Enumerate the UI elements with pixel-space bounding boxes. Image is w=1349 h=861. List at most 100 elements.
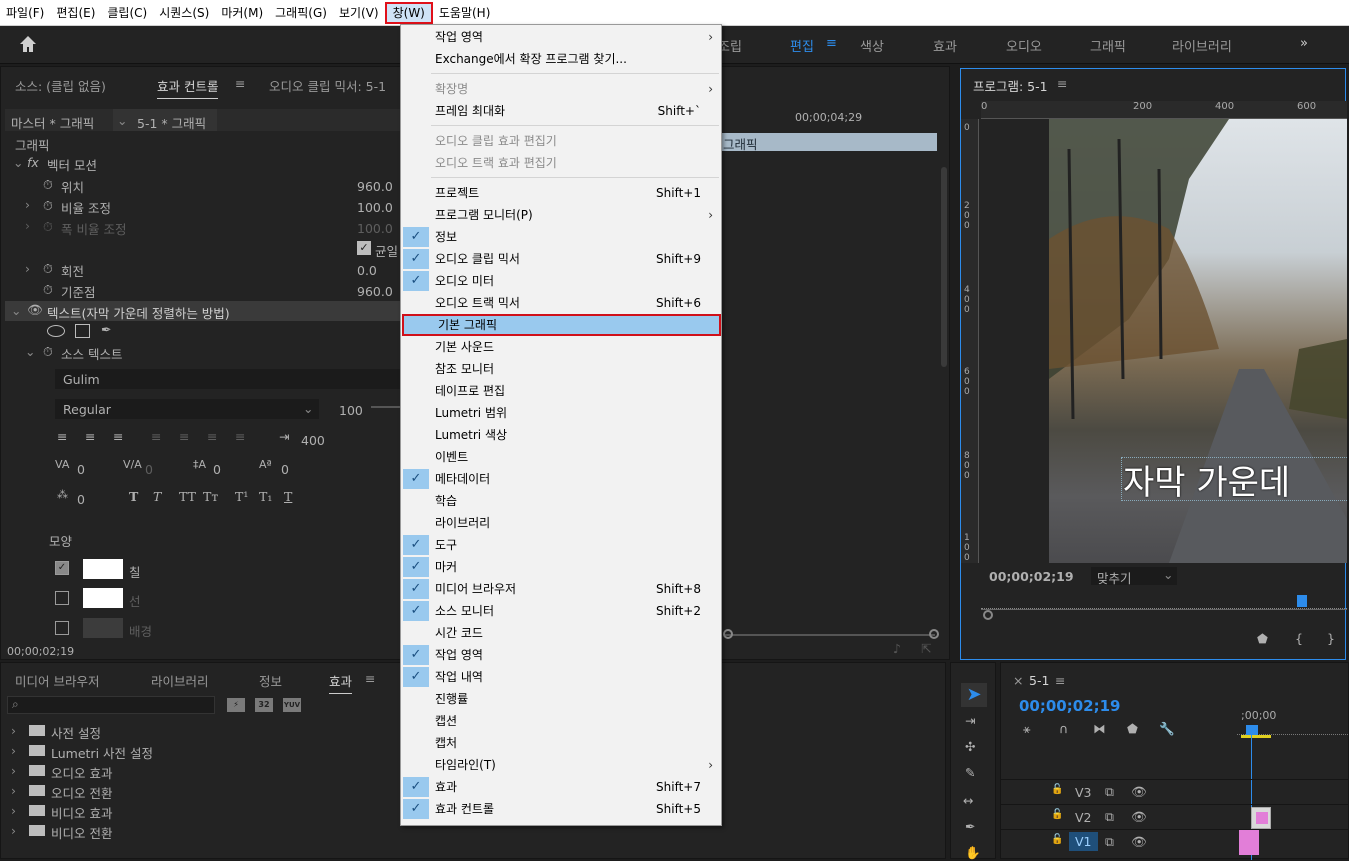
- window-menu-item[interactable]: ✓ 도구: [401, 534, 721, 556]
- lock-icon[interactable]: 🔓: [1051, 834, 1063, 845]
- menu-graphics[interactable]: 그래픽(G): [269, 2, 333, 24]
- add-marker-icon[interactable]: ⬟: [1257, 631, 1268, 646]
- lock-icon[interactable]: 🔓: [1051, 809, 1063, 820]
- menu-view[interactable]: 보기(V): [333, 2, 385, 24]
- justify-all-icon[interactable]: ≡: [235, 429, 245, 444]
- ec-zoom-scrollbar[interactable]: [725, 634, 935, 636]
- rotation-value[interactable]: 0.0: [357, 263, 377, 278]
- sync-lock-icon[interactable]: ⧉: [1105, 834, 1114, 850]
- underline-icon[interactable]: T: [284, 489, 292, 504]
- font-style-select[interactable]: Regular ⌄: [55, 399, 319, 419]
- window-menu-item[interactable]: 시간 코드: [401, 622, 721, 644]
- window-menu-item[interactable]: 진행률: [401, 688, 721, 710]
- workspace-graphics[interactable]: 그래픽: [1090, 36, 1126, 55]
- tab-libraries[interactable]: 라이브러리: [151, 671, 209, 690]
- window-menu-item[interactable]: ✓ 정보: [401, 226, 721, 248]
- superscript-icon[interactable]: T¹: [235, 489, 248, 504]
- razor-tool-icon[interactable]: ✎: [965, 765, 975, 780]
- subscript-icon[interactable]: T₁: [259, 489, 272, 504]
- fill-checkbox[interactable]: ✓: [55, 561, 69, 575]
- expand-chevron-icon[interactable]: ›: [25, 261, 30, 276]
- program-monitor-title[interactable]: 프로그램: 5-1: [973, 76, 1048, 95]
- window-menu-item[interactable]: 프로젝트 Shift+1: [401, 182, 721, 204]
- window-menu-item[interactable]: ✓ 오디오 미터: [401, 270, 721, 292]
- eye-icon[interactable]: 👁: [1131, 784, 1147, 800]
- more-workspaces-button[interactable]: »: [1300, 36, 1308, 51]
- master-clip-label[interactable]: 마스터 * 그래픽: [11, 113, 94, 132]
- pen-tool-icon[interactable]: ✒: [965, 819, 975, 834]
- window-menu-item[interactable]: Lumetri 색상: [401, 424, 721, 446]
- stopwatch-icon[interactable]: ⏱: [43, 261, 53, 277]
- wrench-icon[interactable]: 🔧: [1159, 721, 1175, 737]
- background-color-swatch[interactable]: [83, 618, 123, 638]
- video-clip[interactable]: [1239, 830, 1259, 855]
- timeline-timecode[interactable]: 00;00;02;19: [1019, 697, 1121, 715]
- window-menu-item[interactable]: ✓ 오디오 클립 믹서 Shift+9: [401, 248, 721, 270]
- fx-icon[interactable]: fx: [27, 155, 39, 170]
- timeline-tab[interactable]: 5-1: [1029, 673, 1049, 688]
- accelerated-effects-icon[interactable]: ⚡: [227, 698, 245, 712]
- window-menu-item[interactable]: 캡션: [401, 710, 721, 732]
- slip-tool-icon[interactable]: ↔: [963, 793, 973, 808]
- workspace-audio[interactable]: 오디오: [1006, 36, 1042, 55]
- window-menu-item[interactable]: 학습: [401, 490, 721, 512]
- filter-audio-icon[interactable]: ♪: [893, 641, 901, 656]
- anchor-point-value[interactable]: 960.0: [357, 284, 393, 299]
- window-menu-item[interactable]: 라이브러리: [401, 512, 721, 534]
- tab-menu-icon[interactable]: ≡: [365, 671, 375, 686]
- window-menu-item[interactable]: 참조 모니터: [401, 358, 721, 380]
- ec-graphic-clip[interactable]: 그래픽: [719, 133, 937, 152]
- menu-marker[interactable]: 마커(M): [215, 2, 269, 24]
- menu-window[interactable]: 창(W): [384, 1, 433, 24]
- track-label[interactable]: V3: [1075, 785, 1092, 800]
- workspace-libraries[interactable]: 라이브러리: [1172, 36, 1232, 55]
- tab-width-value[interactable]: 400: [301, 433, 325, 448]
- lock-icon[interactable]: 🔓: [1051, 784, 1063, 795]
- list-item[interactable]: › 비디오 전환: [11, 821, 391, 841]
- collapse-chevron-icon[interactable]: ⌄: [13, 155, 23, 170]
- ec-zoom-handle-right[interactable]: [929, 629, 939, 639]
- window-menu-item[interactable]: ✓ 마커: [401, 556, 721, 578]
- linked-selection-icon[interactable]: ⧓: [1093, 721, 1106, 736]
- baseline-shift-value[interactable]: 0: [281, 462, 289, 477]
- menu-edit[interactable]: 편집(E): [50, 2, 101, 24]
- export-icon[interactable]: ⇱: [921, 641, 931, 656]
- timeline-menu-icon[interactable]: ≡: [1055, 673, 1065, 688]
- window-menu-item[interactable]: 이벤트: [401, 446, 721, 468]
- menu-clip[interactable]: 클립(C): [101, 2, 153, 24]
- ripple-edit-tool-icon[interactable]: ✣: [965, 739, 975, 754]
- close-icon[interactable]: ×: [1013, 673, 1023, 688]
- collapse-chevron-icon[interactable]: ⌄: [25, 344, 35, 359]
- window-menu-item[interactable]: Lumetri 범위: [401, 402, 721, 424]
- expand-chevron-icon[interactable]: ›: [25, 197, 30, 212]
- 32bit-effects-icon[interactable]: 32: [255, 698, 273, 712]
- add-marker-icon[interactable]: ⬟: [1127, 721, 1138, 736]
- eye-icon[interactable]: 👁: [27, 302, 43, 318]
- background-checkbox[interactable]: [55, 621, 69, 635]
- tab-media-browser[interactable]: 미디어 브라우저: [15, 671, 99, 690]
- program-menu-icon[interactable]: ≡: [1057, 76, 1067, 91]
- window-menu-item[interactable]: ✓ 작업 영역: [401, 644, 721, 666]
- yuv-effects-icon[interactable]: YUV: [283, 698, 301, 712]
- small-caps-icon[interactable]: Tт: [203, 489, 218, 504]
- selection-tool-icon[interactable]: ➤: [961, 683, 987, 707]
- font-select[interactable]: Gulim: [55, 369, 401, 389]
- window-menu-item[interactable]: 작업 영역 ›: [401, 26, 721, 48]
- rectangle-mask-icon[interactable]: [75, 324, 90, 338]
- window-menu-item[interactable]: 프레임 최대화 Shift+`: [401, 100, 721, 122]
- justify-left-icon[interactable]: ≡: [151, 429, 161, 444]
- align-left-icon[interactable]: ≡: [57, 429, 67, 444]
- list-item[interactable]: › 비디오 효과: [11, 801, 391, 821]
- window-menu-item[interactable]: 기본 그래픽: [402, 314, 721, 336]
- timeline-playhead[interactable]: [1246, 725, 1258, 735]
- window-menu-item[interactable]: ✓ 미디어 브라우저 Shift+8: [401, 578, 721, 600]
- font-size-slider[interactable]: [371, 406, 401, 408]
- track-select-tool-icon[interactable]: ⇥: [965, 713, 975, 728]
- faux-bold-icon[interactable]: T: [129, 489, 138, 504]
- tsume-value[interactable]: 0: [77, 492, 85, 507]
- nest-toggle-icon[interactable]: ⚹: [1023, 721, 1031, 737]
- program-zoom-handle[interactable]: [983, 610, 993, 620]
- expand-chevron-icon[interactable]: ›: [25, 218, 30, 233]
- ellipse-mask-icon[interactable]: [47, 325, 65, 337]
- track-label[interactable]: V2: [1075, 810, 1092, 825]
